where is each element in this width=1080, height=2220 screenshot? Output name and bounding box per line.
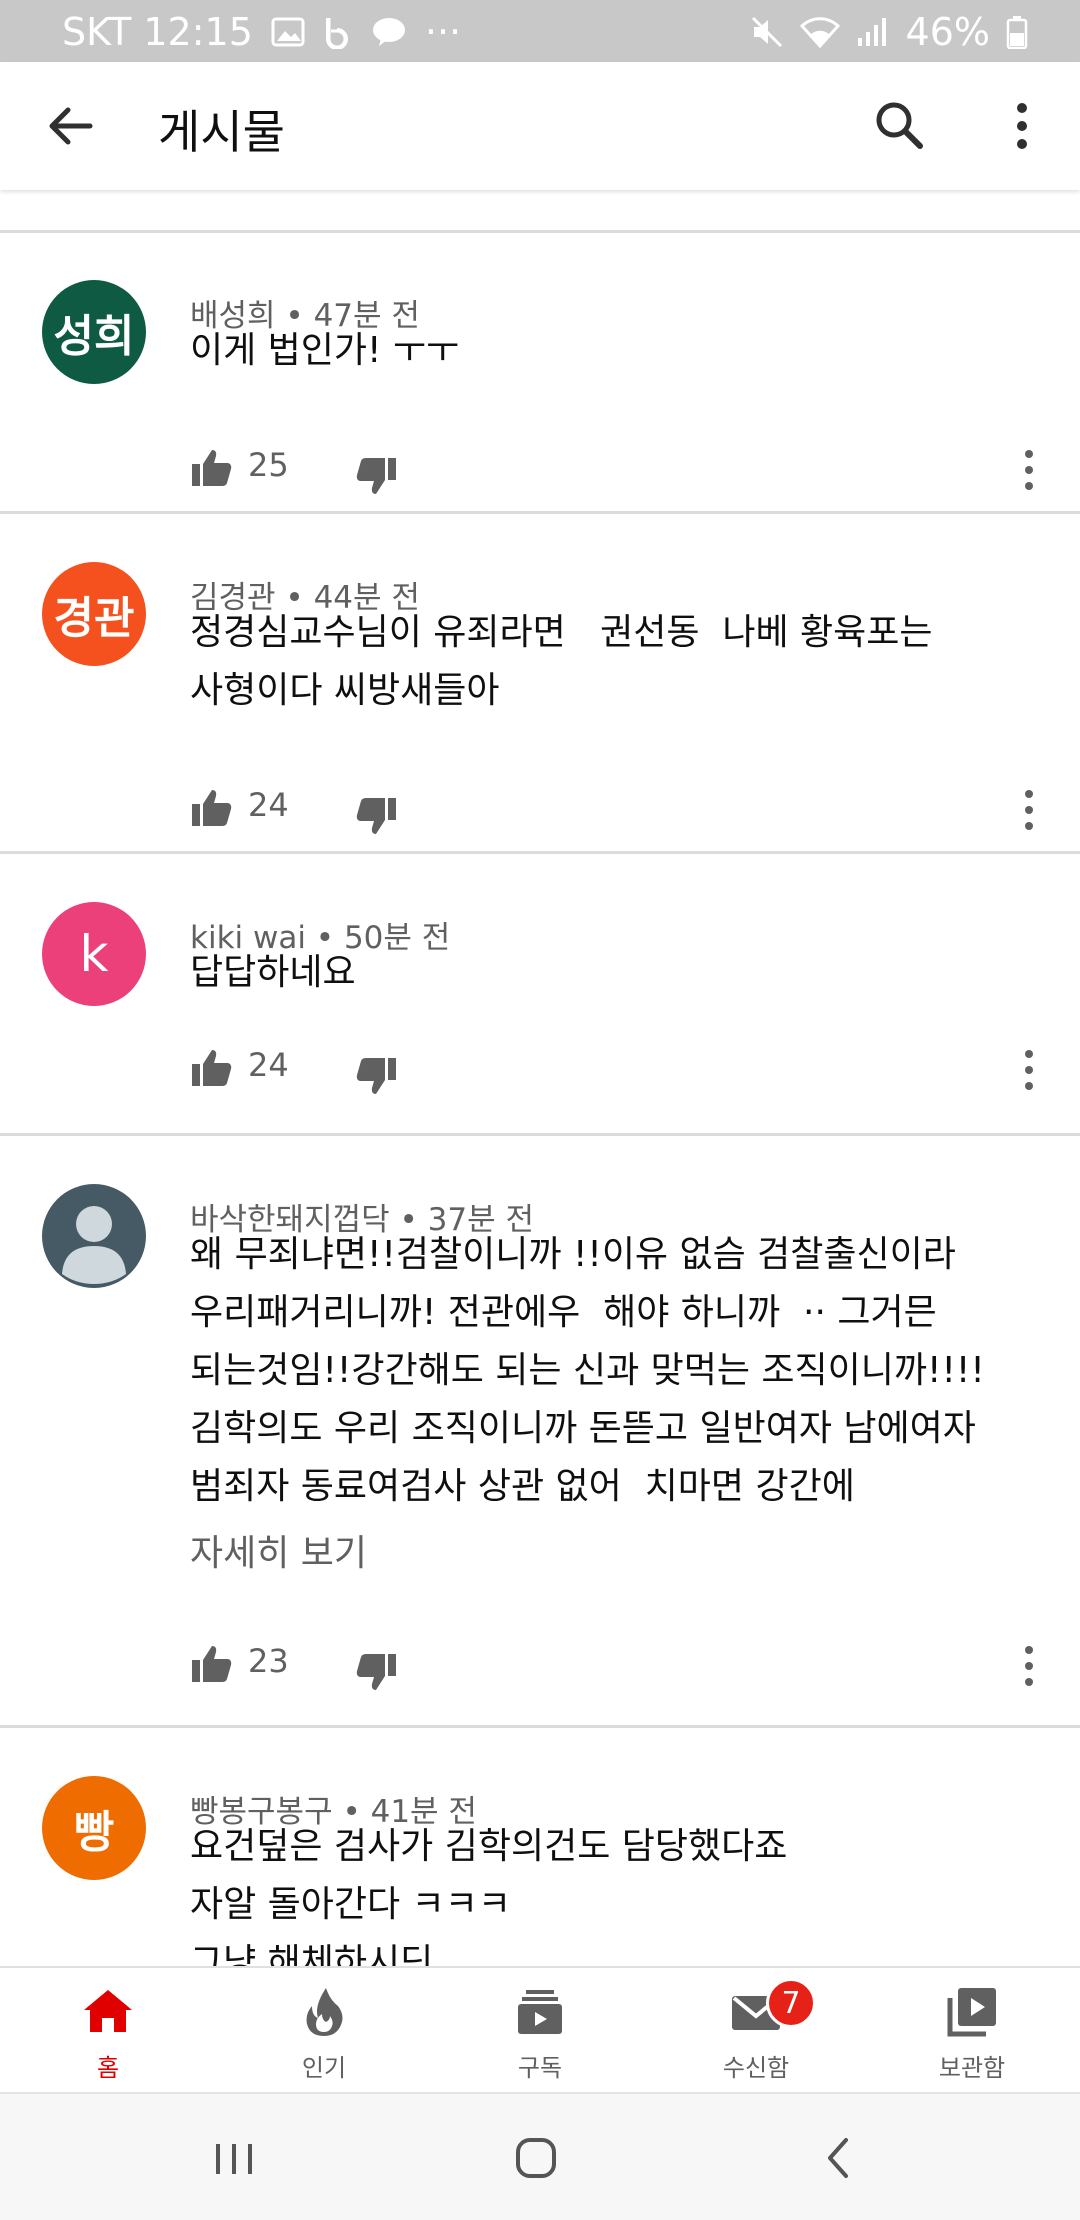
like-count: 25 [248, 446, 289, 484]
avatar-text: 경관 [53, 593, 135, 644]
nav-label: 보관함 [938, 2054, 1006, 2082]
comment-more-icon[interactable] [1022, 448, 1036, 492]
like-icon[interactable] [190, 1046, 234, 1090]
app-bar: 게시물 [0, 62, 1080, 190]
b-app-icon [325, 18, 348, 49]
divider [0, 851, 1080, 854]
comment-actions: 23 [190, 1636, 1060, 1696]
comment-more-icon[interactable] [1022, 1644, 1036, 1688]
comment-text: 이게 법인가! ㅜㅜ [190, 330, 460, 371]
like-icon[interactable] [190, 446, 234, 490]
avatar[interactable]: 성희 [42, 280, 146, 384]
divider [0, 1725, 1080, 1728]
read-more-link[interactable]: 자세히 보기 [190, 1524, 367, 1576]
trending-icon [306, 1988, 343, 2036]
divider [0, 511, 1080, 514]
divider [0, 1133, 1080, 1136]
talk-icon [372, 18, 405, 46]
comment-text: 요건덮은 검사가 김학의건도 담당했다죠 자알 돌아간다 ㅋㅋㅋ 그냥 해체하시… [190, 1826, 788, 1966]
status-dots: ··· [424, 10, 462, 54]
like-count: 24 [248, 1046, 289, 1084]
status-left: SKT 12:15 ··· [62, 10, 461, 54]
comment-feed[interactable]: 성희 배성희 • 47분 전 이게 법인가! ㅜㅜ 25 경관 김경관 • 44… [0, 190, 1080, 1966]
more-vert-icon[interactable] [990, 94, 1054, 158]
like-icon[interactable] [190, 786, 234, 830]
comment-actions: 24 [190, 1040, 1060, 1100]
like-count: 23 [248, 1642, 289, 1680]
avatar-text: 빵 [73, 1807, 115, 1858]
nav-subscriptions[interactable]: 구독 [460, 1984, 620, 2084]
carrier-time: SKT 12:15 [62, 10, 253, 54]
battery-icon [1006, 16, 1028, 49]
recent-apps-icon[interactable] [204, 2128, 264, 2188]
like-count: 24 [248, 786, 289, 824]
subscriptions-icon [518, 1990, 562, 2034]
divider [0, 230, 1080, 233]
nav-label: 구독 [517, 2054, 563, 2082]
gallery-icon [271, 17, 305, 47]
mute-icon [751, 16, 782, 48]
comment-more-icon[interactable] [1022, 1048, 1036, 1092]
comment-item: 경관 김경관 • 44분 전 정경심교수님이 유죄라면 권선동 나베 황육포는 … [0, 562, 1080, 862]
nav-library[interactable]: 보관함 [892, 1984, 1052, 2084]
comment-text: 답답하네요 [190, 952, 356, 993]
library-icon [947, 1988, 996, 2037]
status-right: 46% [750, 10, 1028, 54]
wifi-icon [799, 17, 840, 48]
dislike-icon[interactable] [354, 1650, 398, 1694]
comment-item: 빵 빵봉구봉구 • 41분 전 요건덮은 검사가 김학의건도 담당했다죠 자알 … [0, 1776, 1080, 1966]
default-user-icon [62, 1206, 126, 1284]
search-icon[interactable] [868, 94, 932, 158]
dislike-icon[interactable] [354, 794, 398, 838]
avatar[interactable]: 경관 [42, 562, 146, 666]
home-icon [84, 1990, 132, 2032]
nav-label: 인기 [301, 2054, 347, 2082]
nav-inbox[interactable]: 7 수신함 [676, 1978, 836, 2084]
avatar[interactable]: 빵 [42, 1776, 146, 1880]
comment-item: k kiki wai • 50분 전 답답하네요 24 [0, 902, 1080, 1132]
dislike-icon[interactable] [354, 454, 398, 498]
like-icon[interactable] [190, 1642, 234, 1686]
page-title: 게시물 [158, 105, 285, 159]
system-back-icon[interactable] [808, 2128, 868, 2188]
home-button-icon[interactable] [506, 2128, 566, 2188]
comment-actions: 25 [190, 440, 1060, 500]
comment-text: 왜 무죄냐면!!검찰이니까 !!이유 없슴 검찰출신이라 우리패거리니까! 전관… [190, 1234, 985, 1507]
avatar-text: k [79, 925, 109, 983]
nav-label: 홈 [96, 2054, 120, 2082]
avatar[interactable] [42, 1184, 146, 1288]
system-navigation-bar [0, 2092, 1080, 2220]
comment-more-icon[interactable] [1022, 788, 1036, 832]
avatar[interactable]: k [42, 902, 146, 1006]
notification-badge: 7 [766, 1978, 816, 2028]
nav-home[interactable]: 홈 [28, 1984, 188, 2084]
battery-percent: 46% [905, 10, 990, 54]
avatar-text: 성희 [53, 311, 135, 362]
signal-icon [857, 18, 886, 46]
status-bar: SKT 12:15 ··· 46% [0, 0, 1080, 62]
comment-item: 성희 배성희 • 47분 전 이게 법인가! ㅜㅜ 25 [0, 280, 1080, 530]
comment-item: 바삭한돼지껍닥 • 37분 전 왜 무죄냐면!!검찰이니까 !!이유 없슴 검찰… [0, 1184, 1080, 1724]
bottom-navigation: 홈 인기 구독 7 수신함 보관함 [0, 1966, 1080, 2092]
dislike-icon[interactable] [354, 1054, 398, 1098]
comment-text: 정경심교수님이 유죄라면 권선동 나베 황육포는 사형이다 씨방새들아 [190, 612, 933, 711]
nav-label: 수신함 [722, 2054, 790, 2082]
back-arrow-icon[interactable] [40, 94, 104, 158]
nav-trending[interactable]: 인기 [244, 1984, 404, 2084]
comment-actions: 24 [190, 780, 1060, 840]
